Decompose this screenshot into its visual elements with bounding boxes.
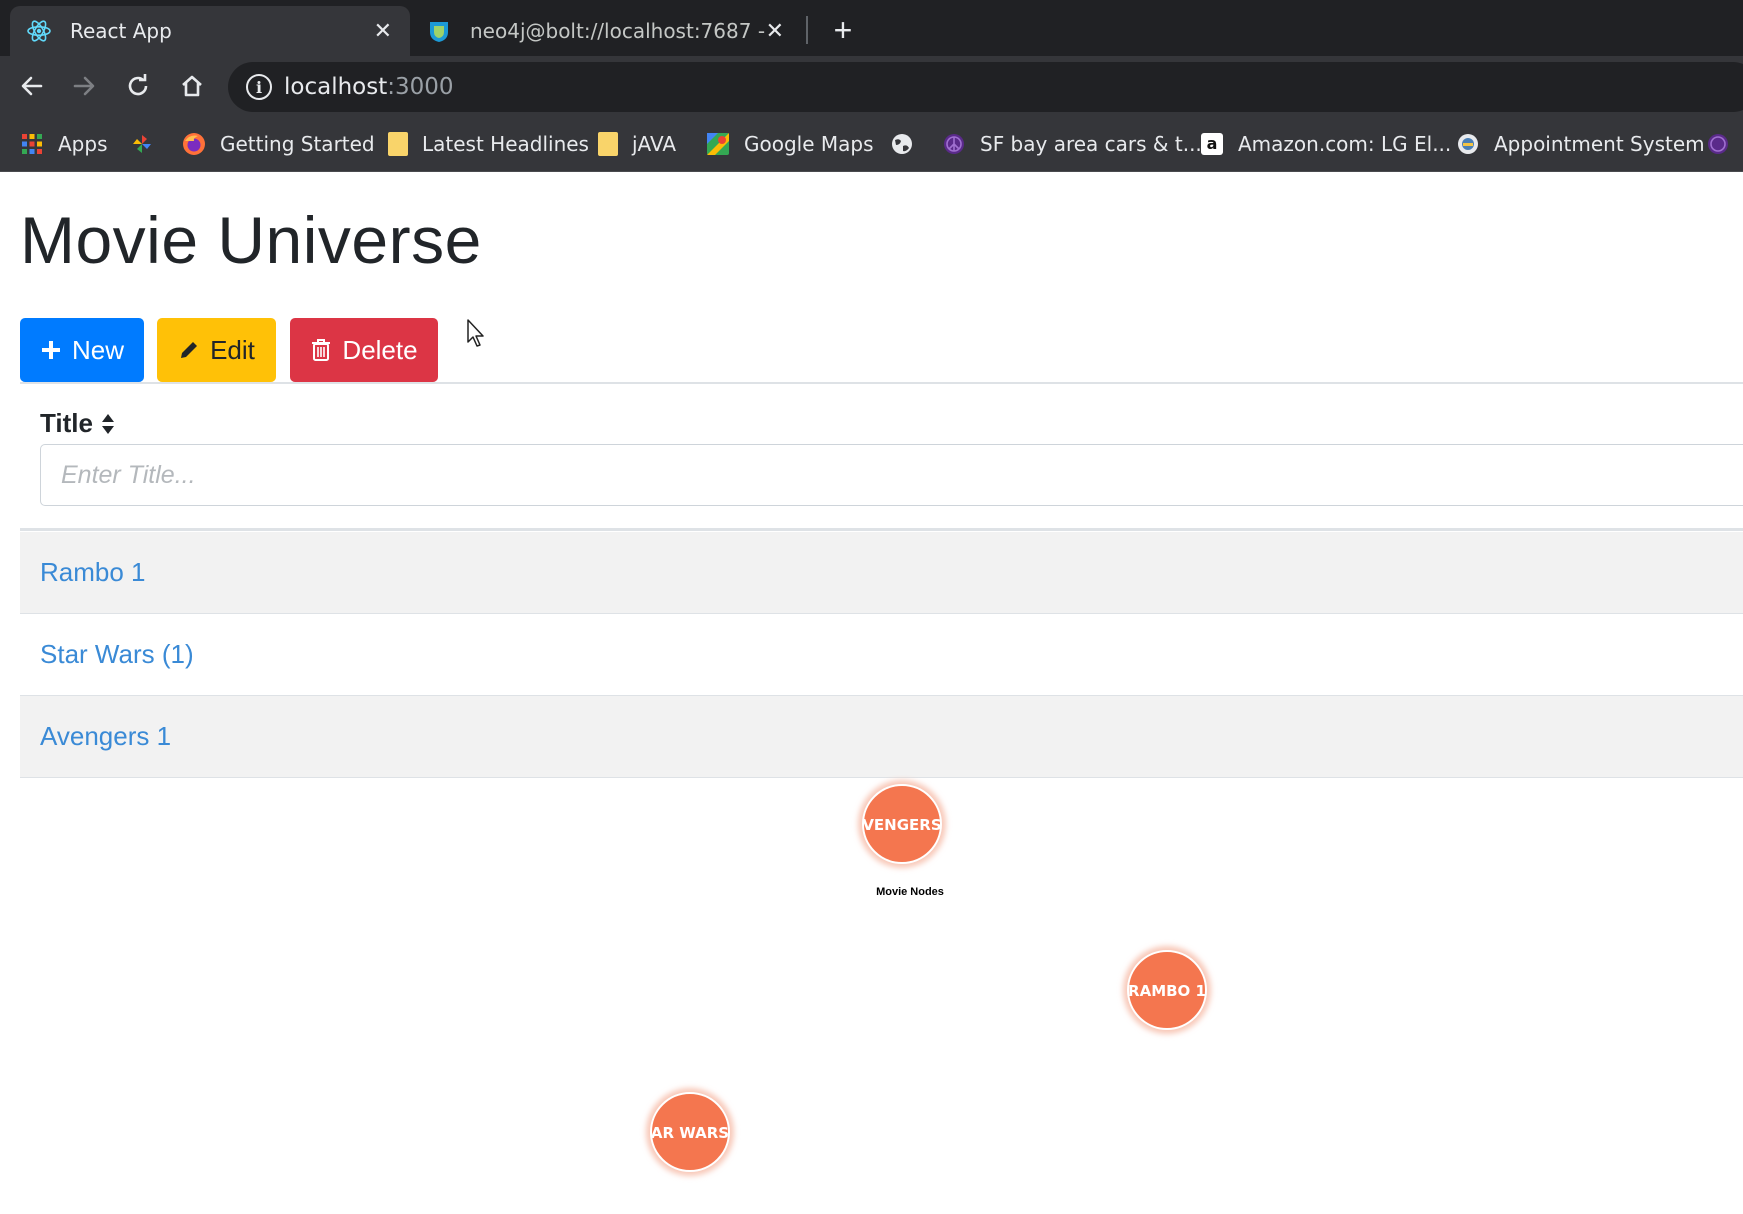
google-maps-icon: [706, 132, 730, 156]
header-bottom-border: [20, 528, 1743, 531]
edit-button[interactable]: Edit: [157, 318, 276, 382]
table-top-border: [20, 382, 1743, 384]
graph-node-star-wars[interactable]: AR WARS: [646, 1088, 734, 1176]
globe-icon: [890, 132, 914, 156]
home-icon: [182, 75, 202, 97]
bookmark-java[interactable]: jAVA: [598, 126, 676, 162]
pencil-icon: [178, 339, 200, 361]
reload-button[interactable]: [120, 68, 156, 104]
table-row[interactable]: Star Wars (1): [20, 614, 1743, 696]
mouse-cursor-icon: [467, 319, 484, 347]
row-title-link[interactable]: Avengers 1: [40, 721, 171, 752]
bookmark-amazon[interactable]: a Amazon.com: LG El...: [1200, 126, 1451, 162]
bookmark-pinwheel[interactable]: [130, 126, 168, 162]
new-button[interactable]: New: [20, 318, 144, 382]
home-button[interactable]: [174, 68, 210, 104]
close-icon[interactable]: ✕: [374, 19, 392, 44]
bookmark-apps[interactable]: Apps: [20, 126, 108, 162]
app-content: Movie Universe New Edit Delete Title Ram…: [0, 172, 1743, 1214]
peace-sign-icon: [1706, 132, 1730, 156]
appointment-icon: [1456, 132, 1480, 156]
bookmark-getting-started[interactable]: Getting Started: [182, 126, 375, 162]
info-icon[interactable]: i: [246, 74, 272, 100]
trash-icon: [310, 338, 332, 362]
folder-icon: [598, 132, 618, 156]
graph-node-label: RAMBO 1: [1128, 982, 1206, 1000]
table-row[interactable]: Avengers 1: [20, 696, 1743, 778]
tab-react-app[interactable]: React App ✕: [10, 6, 410, 56]
forward-button[interactable]: [66, 68, 102, 104]
neo4j-icon: [426, 18, 452, 44]
bookmark-sf-bay-area[interactable]: SF bay area cars & t...: [942, 126, 1202, 162]
bookmark-google-maps[interactable]: Google Maps: [706, 126, 874, 162]
sort-icon[interactable]: [101, 413, 115, 435]
column-header-title[interactable]: Title: [40, 408, 115, 439]
plus-icon: [40, 339, 62, 361]
browser-toolbar: i localhost:3000: [0, 56, 1743, 116]
title-filter-input[interactable]: [40, 444, 1743, 506]
folder-icon: [388, 132, 408, 156]
row-title-link[interactable]: Star Wars (1): [40, 639, 194, 670]
arrow-left-icon: [21, 76, 43, 96]
page-title: Movie Universe: [20, 203, 482, 277]
pinwheel-icon: [130, 132, 154, 156]
table-row[interactable]: Rambo 1: [20, 532, 1743, 614]
graph-node-label: AR WARS: [651, 1124, 729, 1142]
tab-neo4j[interactable]: neo4j@bolt://localhost:7687 - Ne ✕: [410, 6, 802, 56]
delete-button[interactable]: Delete: [290, 318, 438, 382]
arrow-right-icon: [73, 76, 95, 96]
address-bar[interactable]: i localhost:3000: [228, 62, 1743, 112]
firefox-icon: [182, 132, 206, 156]
browser-chrome: React App ✕ neo4j@bolt://localhost:7687 …: [0, 0, 1743, 172]
row-title-link[interactable]: Rambo 1: [40, 557, 146, 588]
bookmarks-bar: Apps Getting Started Latest Headlines jA…: [0, 116, 1743, 172]
tab-title: neo4j@bolt://localhost:7687 - Ne: [470, 19, 770, 43]
svg-text:a: a: [1207, 134, 1218, 153]
bookmark-appointment-system[interactable]: Appointment System: [1456, 126, 1705, 162]
back-button[interactable]: [14, 68, 50, 104]
graph-node-avengers[interactable]: VENGERS: [858, 780, 946, 868]
tab-title: React App: [70, 19, 172, 43]
bookmark-latest-headlines[interactable]: Latest Headlines: [388, 126, 589, 162]
tab-strip: React App ✕ neo4j@bolt://localhost:7687 …: [0, 0, 1743, 56]
amazon-icon: a: [1200, 132, 1224, 156]
graph-node-label: VENGERS: [862, 816, 941, 834]
graph-title: Movie Nodes: [876, 886, 944, 898]
reload-icon: [128, 74, 148, 96]
apps-grid-icon: [20, 132, 44, 156]
peace-sign-icon: [942, 132, 966, 156]
new-tab-button[interactable]: +: [828, 10, 858, 50]
bookmark-overflow[interactable]: [1706, 126, 1743, 162]
bookmark-globe[interactable]: [890, 126, 928, 162]
react-icon: [26, 18, 52, 44]
graph-node-rambo[interactable]: RAMBO 1: [1123, 946, 1211, 1034]
tab-separator: [806, 16, 808, 44]
close-icon[interactable]: ✕: [766, 19, 784, 44]
url-text: localhost:3000: [284, 74, 454, 100]
